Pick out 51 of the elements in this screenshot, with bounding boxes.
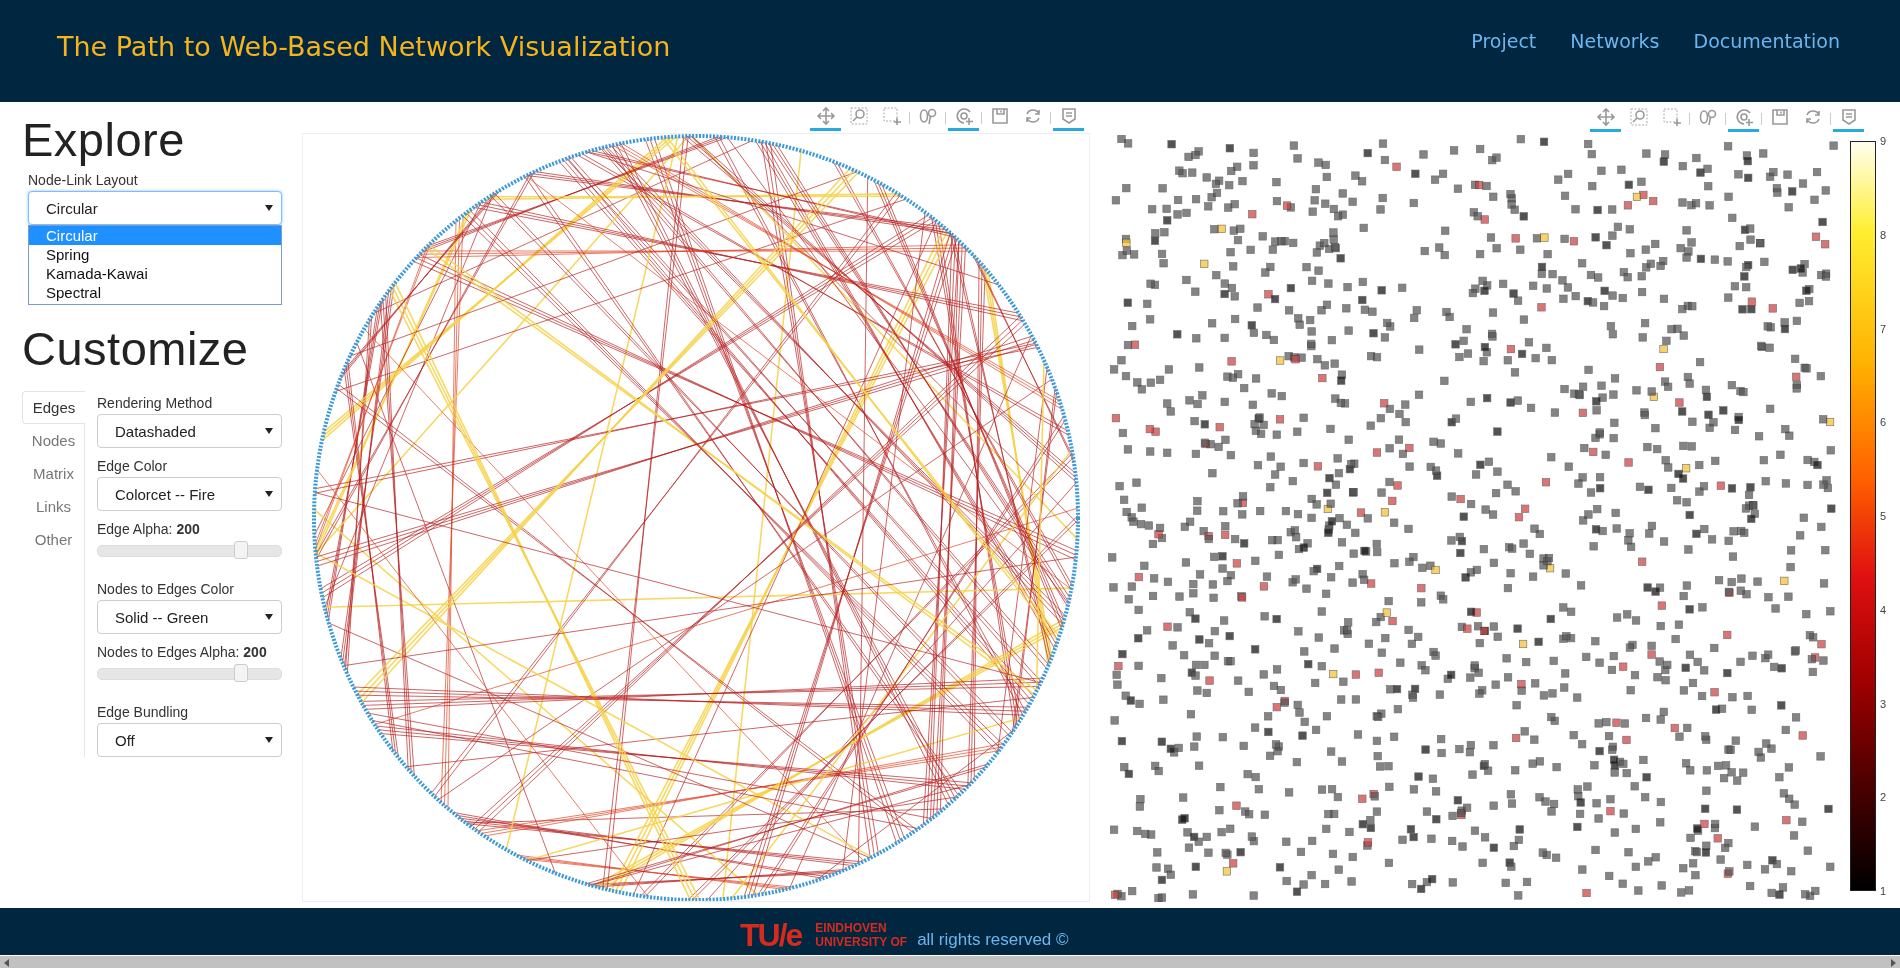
caret-icon — [265, 614, 273, 620]
field-label: Node-Link Layout — [28, 172, 139, 188]
caret-icon — [265, 491, 273, 497]
colorbar-tick-label: 8 — [1880, 228, 1887, 241]
colorbar-tick-label: 5 — [1880, 510, 1887, 522]
colorbar-tick-label: 7 — [1880, 322, 1887, 335]
colorbar-tick-label: 4 — [1880, 603, 1887, 616]
caret-icon — [265, 205, 273, 211]
field-label: Edge Color — [97, 458, 169, 474]
side-tab[interactable]: Matrix — [22, 457, 84, 490]
caret-icon — [265, 428, 273, 434]
select-field[interactable]: Solid -- Green — [97, 600, 282, 634]
field-label: Nodes to Edges Color — [97, 581, 235, 597]
field-label: Rendering Method — [97, 395, 214, 411]
colorbar-tick-label: 1 — [1880, 885, 1887, 897]
nav-link[interactable]: Networks — [1570, 30, 1660, 52]
slider-thumb[interactable] — [233, 664, 248, 682]
colorbar-tick-label: 6 — [1880, 416, 1887, 429]
slider-label: Edge Alpha: 200 — [97, 521, 201, 537]
colorbar-tick-label: 3 — [1880, 697, 1887, 710]
side-tab[interactable]: Nodes — [22, 424, 84, 457]
side-tab[interactable]: Edges — [22, 391, 85, 424]
move-icon[interactable] — [810, 104, 841, 131]
dropdown-option[interactable]: Spectral — [29, 283, 281, 302]
explore-heading: Explore — [22, 112, 186, 168]
colorbar-tick-label: 9 — [1880, 135, 1887, 147]
side-tab[interactable]: Links — [22, 490, 84, 523]
university-name: EINDHOVEN — [815, 920, 888, 935]
caret-icon — [265, 737, 273, 743]
side-tab[interactable]: Other — [22, 523, 84, 556]
scroll-left-icon[interactable] — [3, 958, 11, 967]
field-label: Edge Bundling — [97, 704, 190, 720]
scroll-right-icon[interactable] — [1889, 958, 1897, 967]
scrollbar[interactable] — [0, 955, 1900, 968]
nav-link[interactable]: Project — [1471, 30, 1537, 52]
dropdown-option[interactable]: Spring — [29, 245, 281, 264]
customize-heading: Customize — [22, 321, 250, 377]
move-icon[interactable] — [1590, 105, 1621, 132]
dropdown-option[interactable]: Kamada-Kawai — [29, 264, 281, 283]
select-field[interactable]: Off — [97, 723, 282, 757]
university-name: UNIVERSITY OF — [815, 934, 908, 949]
slider-thumb[interactable] — [233, 541, 248, 559]
select-field[interactable]: Datashaded — [97, 414, 282, 448]
select-field[interactable]: Colorcet -- Fire — [97, 477, 282, 511]
nav-link[interactable]: Documentation — [1693, 30, 1840, 52]
layout-select[interactable]: Circular — [28, 191, 282, 225]
colorbar-tick-label: 2 — [1880, 791, 1887, 804]
slider-label: Nodes to Edges Alpha: 200 — [97, 644, 268, 660]
copyright-text: all rights reserved © — [917, 928, 1069, 950]
site-title: The Path to Web-Based Network Visualization — [57, 30, 671, 62]
university-logo: TU/e — [740, 917, 802, 952]
